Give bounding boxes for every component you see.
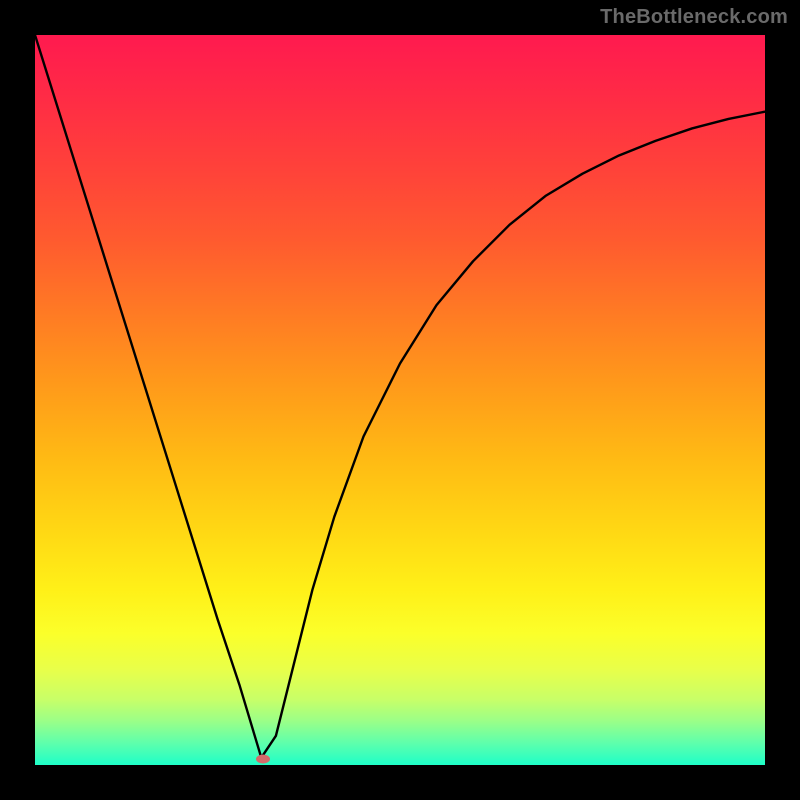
chart-frame: TheBottleneck.com xyxy=(0,0,800,800)
plot-area xyxy=(35,35,765,765)
watermark-text: TheBottleneck.com xyxy=(600,6,788,29)
optimal-marker-icon xyxy=(256,755,270,764)
bottleneck-curve xyxy=(35,35,765,765)
